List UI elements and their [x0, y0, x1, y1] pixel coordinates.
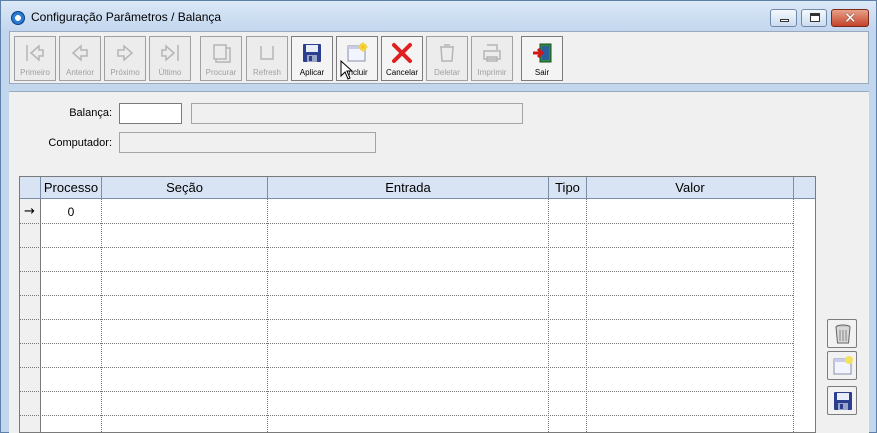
- minimize-icon: [780, 19, 789, 22]
- balanca-input[interactable]: [119, 103, 182, 124]
- cell-processo[interactable]: 0: [41, 205, 101, 219]
- print-icon: [483, 44, 501, 62]
- window-title: Configuração Parâmetros / Balança: [31, 10, 222, 24]
- save-icon: [834, 392, 852, 410]
- grid-col-divider: [101, 199, 102, 432]
- grid-row-divider: [20, 247, 793, 248]
- parameters-grid[interactable]: Processo Seção Entrada Tipo Valor → 0: [19, 176, 816, 433]
- balanca-label: Balança:: [69, 107, 112, 119]
- first-icon: [26, 44, 44, 62]
- column-header-entrada[interactable]: Entrada: [268, 177, 549, 199]
- delete-button[interactable]: Deletar: [426, 36, 468, 81]
- title-bar[interactable]: Configuração Parâmetros / Balança ✕: [1, 1, 876, 31]
- cancel-icon: [392, 43, 412, 63]
- grid-col-divider: [586, 199, 587, 432]
- last-icon: [161, 44, 179, 62]
- first-button[interactable]: Primeiro: [14, 36, 56, 81]
- grid-col-divider: [267, 199, 268, 432]
- delete-icon: [440, 44, 454, 62]
- save-icon: [303, 44, 321, 62]
- search-button[interactable]: Procurar: [200, 36, 242, 81]
- next-button[interactable]: Próximo: [104, 36, 146, 81]
- grid-row-divider: [20, 343, 793, 344]
- computador-field: [119, 132, 376, 153]
- save-row-button[interactable]: [827, 386, 857, 415]
- grid-row-divider: [20, 223, 793, 224]
- close-icon: ✕: [844, 9, 857, 27]
- app-icon: [11, 11, 25, 25]
- print-button[interactable]: Imprimir: [471, 36, 513, 81]
- grid-row-divider: [20, 271, 793, 272]
- exit-button[interactable]: Sair: [521, 36, 563, 81]
- grid-corner-header: [20, 177, 41, 199]
- row-indicator-column: [20, 199, 41, 432]
- grid-row-divider: [20, 319, 793, 320]
- last-button[interactable]: Último: [149, 36, 191, 81]
- new-record-icon: [833, 356, 853, 375]
- column-header-processo[interactable]: Processo: [41, 177, 102, 199]
- balanca-description-field: [191, 103, 523, 124]
- grid-col-divider: [548, 199, 549, 432]
- toolbar: Primeiro Anterior Próximo Último Procura…: [9, 31, 869, 84]
- column-header-tipo[interactable]: Tipo: [549, 177, 587, 199]
- search-icon: [213, 44, 231, 63]
- grid-row-divider: [20, 295, 793, 296]
- grid-row-divider: [20, 367, 793, 368]
- grid-row-divider: [20, 415, 793, 416]
- column-header-secao[interactable]: Seção: [102, 177, 268, 199]
- mouse-cursor-icon: [340, 59, 354, 83]
- exit-icon: [533, 43, 552, 63]
- grid-col-divider: [793, 199, 794, 432]
- close-button[interactable]: ✕: [831, 9, 869, 27]
- next-icon: [117, 44, 134, 62]
- add-row-button[interactable]: [827, 351, 857, 380]
- delete-row-button[interactable]: [827, 319, 857, 348]
- apply-button[interactable]: Aplicar: [291, 36, 333, 81]
- column-header-valor[interactable]: Valor: [587, 177, 794, 199]
- grid-row-divider: [20, 391, 793, 392]
- computador-label: Computador:: [48, 137, 112, 149]
- maximize-icon: [810, 13, 820, 22]
- refresh-icon: [260, 46, 274, 60]
- previous-button[interactable]: Anterior: [59, 36, 101, 81]
- trash-icon: [835, 324, 851, 344]
- column-header-filler: [794, 177, 815, 199]
- cancel-button[interactable]: Cancelar: [381, 36, 423, 81]
- refresh-button[interactable]: Refresh: [246, 36, 288, 81]
- maximize-button[interactable]: [801, 9, 827, 27]
- current-row-arrow-icon: →: [24, 204, 35, 219]
- minimize-button[interactable]: [770, 9, 797, 27]
- previous-icon: [71, 44, 88, 62]
